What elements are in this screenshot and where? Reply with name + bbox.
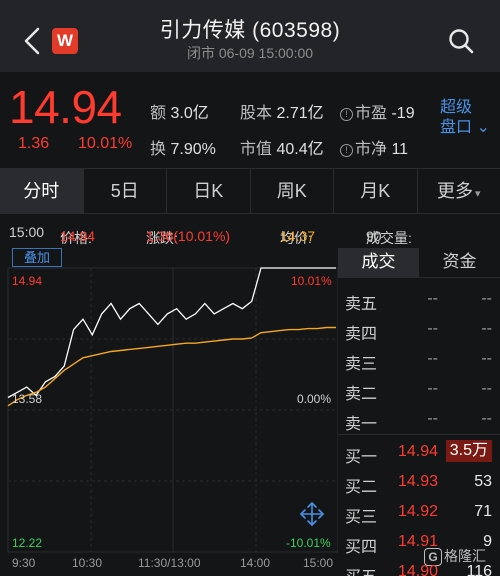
buy-level-row: 买五 14.90 116	[338, 557, 500, 576]
crosshair-info: 15:00 价格: 14.94 涨跌: 1.36(10.01%) 均价: 14.37 …	[9, 224, 412, 246]
amount-stat: 额 3.0亿	[150, 105, 209, 122]
level-price: --	[427, 320, 438, 337]
y-axis-bottom: 12.22	[12, 536, 43, 550]
level-volume: 9	[483, 533, 492, 550]
info-icon: !	[340, 108, 353, 121]
level-price: --	[427, 290, 438, 307]
mcap-stat: 市值 40.4亿	[240, 141, 324, 158]
time-tick: 9:30	[12, 556, 36, 570]
caret-down-icon: ▾	[474, 188, 481, 200]
price-change-pct: 10.01%	[78, 135, 133, 152]
time-tick: 15:00	[303, 556, 334, 570]
quote-panel: 14.94 1.36 10.01% 额 3.0亿 换 7.90% 股本 2.71…	[0, 72, 500, 168]
move-icon[interactable]	[298, 500, 326, 528]
tab-monthly-k[interactable]: 月K	[334, 169, 418, 213]
pct-axis-top: 10.01%	[291, 274, 332, 288]
level-label: 买四	[345, 539, 378, 556]
level-volume: --	[481, 350, 492, 367]
buy-level-row: 买二 14.93 53	[338, 467, 500, 497]
time-tick: 14:00	[240, 556, 271, 570]
tab-weekly-k[interactable]: 周K	[251, 169, 334, 213]
tab-daily-k[interactable]: 日K	[167, 169, 251, 213]
level-label: 卖一	[345, 416, 378, 433]
level-volume: 71	[474, 503, 492, 520]
level-label: 买五	[345, 563, 377, 576]
orderbook-divider	[338, 434, 500, 435]
last-price: 14.94	[9, 81, 122, 133]
level-volume: --	[481, 320, 492, 337]
sell-level-row: 卖五 -- --	[338, 284, 500, 314]
tab-trades[interactable]: 成交	[338, 248, 419, 277]
level-label: 卖三	[345, 356, 378, 373]
y-axis-mid: 13.58	[12, 392, 43, 406]
level-label: 卖二	[345, 386, 378, 403]
time-tick: 11:30/13:00	[138, 556, 201, 570]
info-time: 15:00	[9, 224, 45, 240]
sell-level-row: 卖四 -- --	[338, 314, 500, 344]
top-bar: W 引力传媒 (603598) 闭市 06-09 15:00:00	[0, 0, 500, 72]
tab-intraday[interactable]: 分时	[0, 169, 84, 213]
level-volume: 116	[466, 563, 492, 576]
turnover-stat: 换 7.90%	[150, 141, 216, 158]
level-volume: --	[481, 410, 492, 427]
buy-level-row: 买三 14.92 71	[338, 497, 500, 527]
tab-5day[interactable]: 5日	[84, 169, 167, 213]
stock-title: 引力传媒 (603598)	[159, 19, 341, 42]
tab-capital[interactable]: 资金	[419, 248, 500, 277]
level-price: 14.92	[397, 503, 438, 520]
sell-level-row: 卖一 -- --	[338, 404, 500, 434]
level-label: 卖四	[345, 326, 378, 343]
info-icon: !	[340, 144, 353, 157]
level-volume: 53	[474, 473, 492, 490]
level-volume: 3.5万	[445, 440, 492, 462]
level-label: 卖五	[345, 296, 378, 313]
level-volume: --	[481, 380, 492, 397]
price-change: 1.36	[18, 135, 50, 152]
y-axis-top: 14.94	[12, 274, 43, 288]
pb-stat[interactable]: ! 市净 11	[340, 135, 408, 159]
pct-axis-bottom: -10.01%	[286, 536, 331, 550]
level-price: 14.90	[397, 563, 438, 576]
price-line	[7, 267, 336, 399]
buy-level-row: 买一 14.94 3.5万	[338, 437, 500, 467]
level-price: --	[427, 350, 438, 367]
sell-level-row: 卖三 -- --	[338, 344, 500, 374]
super-level-button[interactable]: 超级 盘口 ⌄	[440, 98, 490, 138]
level-label: 买三	[345, 509, 378, 526]
level-price: 14.94	[397, 443, 438, 460]
overlay-button[interactable]: 叠加	[12, 248, 62, 267]
pct-axis-mid: 0.00%	[297, 392, 332, 406]
level-price: --	[427, 380, 438, 397]
time-tick: 10:30	[72, 556, 103, 570]
buy-level-row: 买四 14.91 9	[338, 527, 500, 557]
sell-level-row: 卖二 -- --	[338, 374, 500, 404]
level-label: 买二	[345, 479, 378, 496]
period-tabs: 分时 5日 日K 周K 月K 更多 ▾	[0, 168, 500, 214]
chevron-down-icon: ⌄	[476, 119, 490, 136]
search-icon	[449, 29, 474, 54]
level-price: 14.93	[397, 473, 438, 490]
level-label: 买一	[345, 449, 378, 466]
level-price: --	[427, 410, 438, 427]
market-status: 闭市 06-09 15:00:00	[186, 45, 314, 61]
level-volume: --	[481, 290, 492, 307]
shares-stat: 股本 2.71亿	[240, 105, 324, 122]
tab-more[interactable]: 更多 ▾	[418, 169, 500, 213]
right-panel-tabs: 成交 资金	[338, 248, 500, 278]
intraday-chart[interactable]	[0, 244, 338, 576]
search-button[interactable]	[446, 26, 476, 56]
pe-stat[interactable]: ! 市盈 -19	[340, 99, 415, 123]
level-price: 14.91	[397, 533, 438, 550]
